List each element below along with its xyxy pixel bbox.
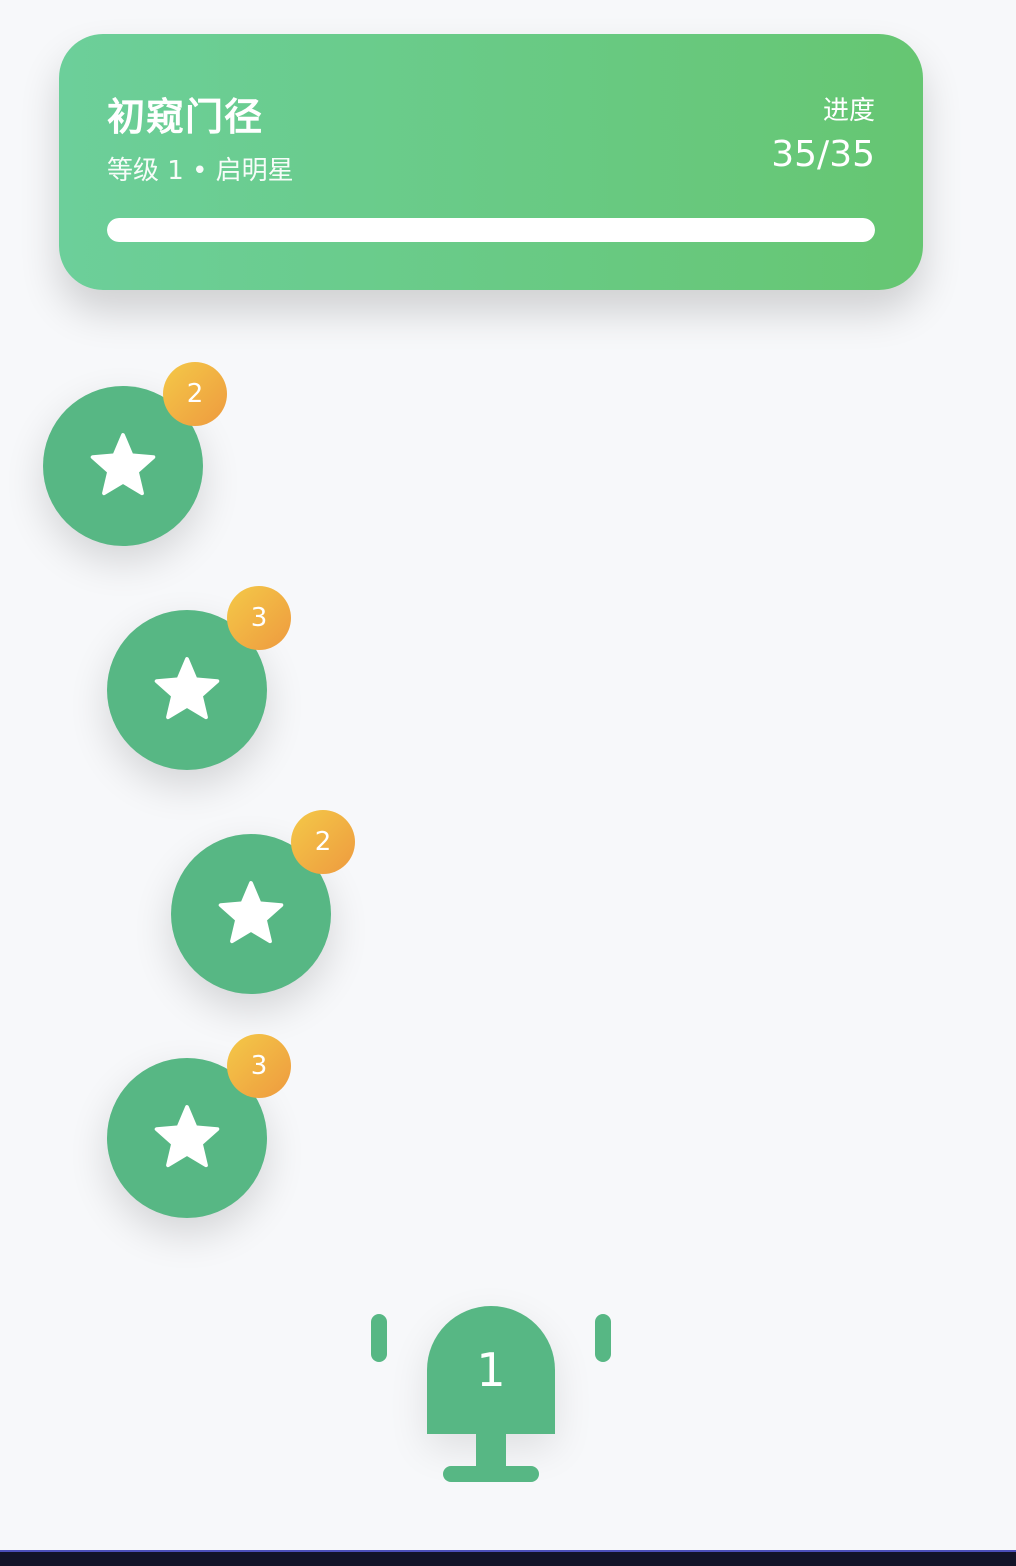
checkpoint-base [443, 1466, 539, 1482]
progress-bar [107, 218, 875, 242]
star-icon [90, 433, 156, 496]
level-subtitle: 等级 1 • 启明星 [107, 156, 294, 186]
progress-value: 35/35 [771, 134, 875, 175]
star-icon [154, 657, 220, 720]
progress-bar-fill [107, 218, 875, 242]
node-badge: 2 [291, 810, 355, 874]
checkpoint-ray-left [371, 1314, 387, 1362]
bottom-bar [0, 1550, 1016, 1566]
star-icon [218, 881, 284, 944]
checkpoint-marker[interactable]: 1 [370, 1300, 615, 1490]
checkpoint-label: 1 [427, 1306, 555, 1434]
checkpoint-ray-right [595, 1314, 611, 1362]
node-badge: 3 [227, 586, 291, 650]
star-icon [154, 1105, 220, 1168]
level-title: 初窥门径 [107, 95, 264, 139]
node-badge: 3 [227, 1034, 291, 1098]
node-badge: 2 [163, 362, 227, 426]
checkpoint-stem [476, 1434, 506, 1470]
progress-label: 进度 [822, 96, 875, 126]
level-header-card: 初窥门径 等级 1 • 启明星 进度 35/35 [59, 34, 923, 290]
